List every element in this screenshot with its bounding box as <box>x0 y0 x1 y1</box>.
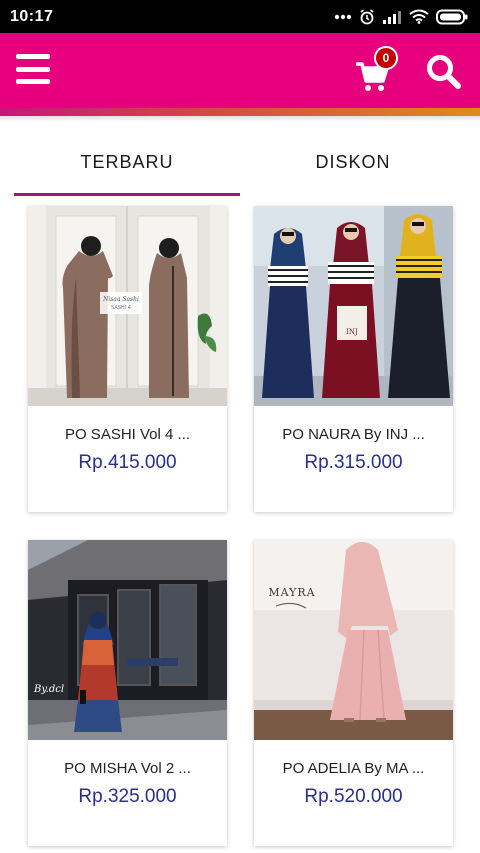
product-name: PO ADELIA By MA ... <box>282 760 425 777</box>
product-image: Nisaa Sashi SASHI 4 <box>28 206 227 406</box>
product-image: INJ <box>254 206 453 406</box>
wifi-icon <box>409 9 429 24</box>
menu-icon-bar <box>16 54 50 59</box>
product-price: Rp.325.000 <box>78 786 177 807</box>
cart-button[interactable]: 0 <box>355 46 401 94</box>
signal-icon <box>383 10 401 24</box>
product-card[interactable]: By.dcl PO MISHA Vol 2 ... Rp.325.000 <box>28 540 227 846</box>
tab-terbaru[interactable]: TERBARU <box>14 138 240 196</box>
product-image: By.dcl <box>28 540 227 740</box>
product-price: Rp.415.000 <box>78 452 177 473</box>
search-icon <box>427 55 461 89</box>
cart-count-badge: 0 <box>374 46 398 70</box>
product-name: PO NAURA By INJ ... <box>282 426 425 443</box>
status-icons <box>334 8 468 25</box>
more-dots-icon <box>334 14 352 19</box>
status-time: 10:17 <box>10 7 54 25</box>
image-logo-text: Nisaa Sashi <box>102 296 139 303</box>
menu-icon-bar <box>16 79 50 84</box>
image-logo-text: MAYRA <box>268 586 315 599</box>
product-name: PO MISHA Vol 2 ... <box>64 760 191 777</box>
product-card[interactable]: Nisaa Sashi SASHI 4 PO SASHI Vol 4 ... R… <box>28 206 227 512</box>
image-logo-text: INJ <box>346 328 358 336</box>
status-bar: 10:17 <box>0 0 480 33</box>
menu-icon-bar <box>16 66 50 72</box>
battery-icon <box>436 9 468 24</box>
product-image: MAYRA <box>254 540 453 740</box>
product-card[interactable]: INJ PO NAURA By INJ ... Rp.315.000 <box>254 206 453 512</box>
menu-button[interactable] <box>16 54 50 84</box>
product-name: PO SASHI Vol 4 ... <box>64 426 191 443</box>
product-price: Rp.315.000 <box>304 452 403 473</box>
svg-text:SASHI 4: SASHI 4 <box>111 305 131 311</box>
alarm-icon <box>360 8 374 24</box>
product-price: Rp.520.000 <box>304 786 403 807</box>
tab-bar: TERBARU DISKON <box>0 138 480 198</box>
search-button[interactable] <box>425 53 463 91</box>
app-bar-accent-strip <box>0 108 480 122</box>
product-card[interactable]: MAYRA PO ADELIA By MA ... Rp.520.000 <box>254 540 453 846</box>
active-tab-indicator <box>14 193 240 196</box>
image-logo-text: By.dcl <box>33 684 64 695</box>
app-bar: 0 <box>0 33 480 108</box>
tab-diskon[interactable]: DISKON <box>240 138 466 196</box>
